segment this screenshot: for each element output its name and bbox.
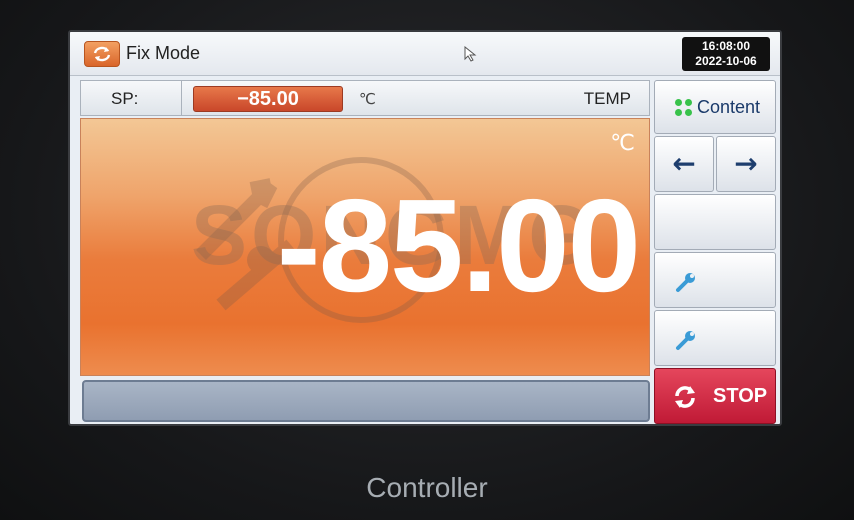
setpoint-label: SP: [111,89,139,108]
mouse-cursor-icon [464,46,477,62]
status-bar [82,380,650,422]
arrow-right-icon: → [734,147,758,180]
content-button-label: Content [697,97,761,117]
blank-button[interactable] [654,194,776,250]
touch-screen: Fix Mode 16:08:00 2022-10-06 SP: −85.00 … [68,30,782,426]
temperature-display: SONGMG ℃ -85.00 [80,118,650,376]
mode-title: Fix Mode [126,43,201,63]
device-label: Controller [366,472,488,503]
refresh-icon[interactable] [84,41,120,67]
wrench-button-1[interactable] [654,252,776,308]
content-button[interactable]: Content [654,80,776,134]
setpoint-row: SP: −85.00 ℃ TEMP [80,80,650,116]
divider [181,81,182,115]
refresh-icon [675,386,695,408]
stop-button[interactable]: STOP [654,368,776,424]
time-readout: 16:08:00 [701,39,751,53]
setpoint-value-field[interactable]: −85.00 [193,86,343,112]
title-bar: Fix Mode 16:08:00 2022-10-06 [70,32,780,76]
datetime-display: 16:08:00 2022-10-06 [682,37,770,71]
setpoint-unit: ℃ [359,90,376,108]
display-unit: ℃ [610,131,635,156]
previous-button[interactable]: ← [654,136,714,192]
current-temperature-value: -85.00 [276,172,641,319]
stop-button-label: STOP [713,385,768,407]
wrench-button-2[interactable] [654,310,776,366]
next-button[interactable]: → [716,136,776,192]
wrench-icon [676,331,695,350]
setpoint-mode-label: TEMP [583,89,631,108]
grid-dots-icon [675,99,693,117]
wrench-icon [676,273,695,292]
date-readout: 2022-10-06 [695,54,757,68]
arrow-left-icon: ← [672,147,696,180]
